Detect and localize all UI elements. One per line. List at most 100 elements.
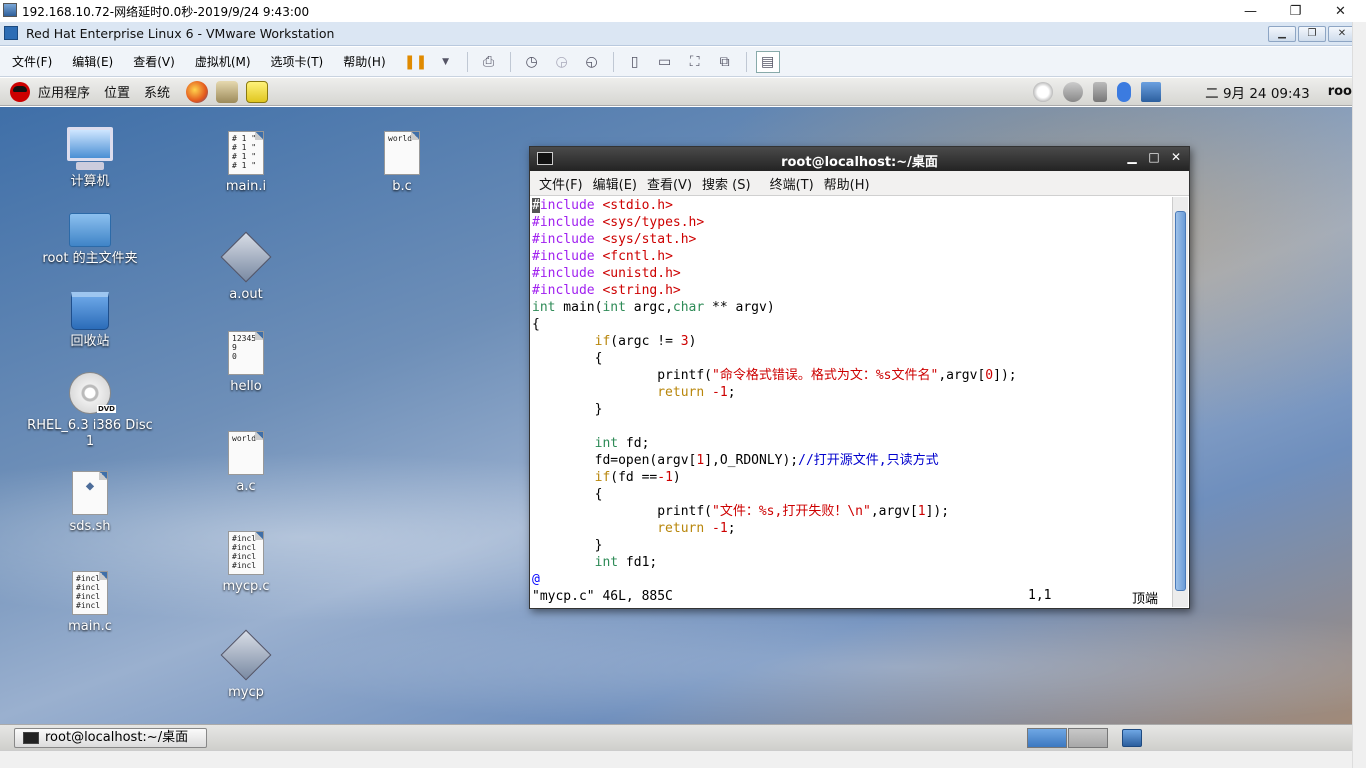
terminal-menu-file[interactable]: 文件(F) (539, 174, 583, 193)
desktop-icon-label: a.out (229, 287, 263, 302)
menu-system[interactable]: 系统 (144, 82, 170, 101)
remote-desktop-icon (3, 3, 17, 17)
desktop-icon-main-i[interactable]: # 1 " # 1 " # 1 " # 1 " main.i (181, 131, 311, 195)
script-file-icon: ◆ (72, 471, 108, 515)
bluetooth-icon[interactable] (1117, 81, 1132, 102)
vmware-restore-button[interactable]: ❐ (1298, 26, 1326, 42)
text-file-icon: # 1 " # 1 " # 1 " # 1 " (228, 131, 264, 175)
desktop-icon-a-out[interactable]: a.out (181, 231, 311, 303)
desktop-icon-label: main.c (68, 619, 112, 634)
email-client-icon[interactable] (216, 80, 239, 103)
desktop-icon-label: 计算机 (70, 174, 110, 189)
vmware-menu-file[interactable]: 文件(F) (4, 47, 60, 77)
revert-snapshot-icon[interactable]: ◶ (550, 51, 574, 73)
network-status-icon[interactable] (1141, 81, 1162, 102)
gnome-bottom-panel: root@localhost:~/桌面 (0, 724, 1352, 750)
firefox-icon[interactable] (186, 80, 209, 103)
workspace-1[interactable] (1027, 728, 1067, 748)
vmware-menu-view[interactable]: 查看(V) (125, 47, 183, 77)
terminal-menu-terminal[interactable]: 终端(T) (770, 174, 814, 193)
trash-applet-icon[interactable] (1122, 729, 1142, 747)
view-mode-icon[interactable]: ▤ (755, 50, 780, 73)
terminal-menu-help[interactable]: 帮助(H) (824, 174, 870, 193)
vmware-menu-vm[interactable]: 虚拟机(M) (187, 47, 259, 77)
toolbar-separator (612, 51, 614, 72)
vim-status-scroll: 顶端 (1132, 592, 1159, 607)
terminal-icon (23, 732, 39, 744)
redhat-logo-icon[interactable] (10, 81, 30, 102)
snapshot-manager-icon[interactable]: ◵ (580, 51, 604, 73)
menu-places[interactable]: 位置 (104, 82, 130, 101)
terminal-maximize-button[interactable]: □ (1146, 150, 1162, 164)
desktop-icon-trash[interactable]: 回收站 (25, 292, 155, 350)
desktop-icon-computer[interactable]: 计算机 (25, 127, 155, 190)
terminal-menubar: 文件(F) 编辑(E) 查看(V) 搜索 (S) 终端(T) 帮助(H) (530, 171, 1189, 196)
desktop-icon-sds[interactable]: ◆ sds.sh (25, 471, 155, 535)
desktop-icon-main-c[interactable]: #incl #incl #incl #incl main.c (25, 571, 155, 635)
desktop-icon-dvd[interactable]: RHEL_6.3 i386 Disc 1 (25, 372, 155, 450)
vim-status-file: "mycp.c" 46L, 885C (532, 589, 673, 604)
panel-user[interactable]: roo (1328, 84, 1352, 99)
trash-icon (71, 292, 109, 330)
fullscreen-icon[interactable]: ⛶ (683, 51, 707, 73)
notes-icon[interactable] (246, 80, 269, 103)
toolbar-separator (466, 51, 468, 72)
restore-button[interactable]: ❐ (1273, 0, 1318, 22)
panel-clock[interactable]: 二 9月 24 09:43 (1205, 82, 1310, 102)
terminal-minimize-button[interactable]: ▁ (1124, 150, 1140, 164)
network-icon[interactable] (1063, 81, 1084, 102)
vmware-menu-help[interactable]: 帮助(H) (335, 47, 393, 77)
vmware-minimize-button[interactable]: ▁ (1268, 26, 1296, 42)
desktop-icon-home[interactable]: root 的主文件夹 (25, 213, 155, 267)
window-scrollbar[interactable] (1352, 22, 1366, 768)
vmware-title-bar: Red Hat Enterprise Linux 6 - VMware Work… (0, 22, 1366, 46)
computer-icon-base (76, 162, 104, 170)
vmware-menu-edit[interactable]: 编辑(E) (64, 47, 121, 77)
gnome-top-panel: 应用程序 位置 系统 二 9月 24 09:43 roo (0, 78, 1352, 106)
vmware-status-bar (0, 750, 1352, 768)
workspace-2[interactable] (1068, 728, 1108, 748)
computer-icon (67, 127, 113, 161)
terminal-text-area[interactable]: #include <stdio.h> #include <sys/types.h… (531, 197, 1172, 607)
console-view-icon[interactable]: ▭ (653, 51, 677, 73)
desktop-icon-hello[interactable]: 12345 9 0 hello (181, 331, 311, 395)
pause-icon[interactable]: ❚❚ (404, 51, 428, 73)
terminal-menu-edit[interactable]: 编辑(E) (593, 174, 637, 193)
terminal-window[interactable]: root@localhost:~/桌面 ▁ □ ✕ 文件(F) 编辑(E) 查看… (529, 146, 1190, 609)
terminal-title-bar[interactable]: root@localhost:~/桌面 ▁ □ ✕ (530, 147, 1189, 171)
home-folder-icon (69, 213, 111, 247)
terminal-menu-view[interactable]: 查看(V) (647, 174, 692, 193)
terminal-menu-search[interactable]: 搜索 (S) (702, 174, 751, 193)
chevron-down-icon[interactable]: ▼ (434, 51, 458, 73)
desktop-icon-a-c[interactable]: world a.c (181, 431, 311, 495)
terminal-close-button[interactable]: ✕ (1168, 150, 1184, 164)
send-keys-icon[interactable]: ⎙ (477, 51, 501, 73)
c-source-file-icon: world (384, 131, 420, 175)
executable-icon (220, 629, 272, 681)
desktop-icon-label: main.i (225, 179, 267, 194)
desktop-icon-b-c[interactable]: world b.c (337, 131, 467, 195)
desktop-icon-label: mycp (228, 685, 264, 700)
minimize-button[interactable]: — (1228, 0, 1273, 22)
vmware-menu-tabs[interactable]: 选项卡(T) (263, 47, 332, 77)
taskbar-window-button[interactable]: root@localhost:~/桌面 (14, 728, 207, 748)
executable-icon (220, 231, 272, 283)
terminal-scrollbar[interactable] (1172, 197, 1188, 607)
sidebar-toggle-icon[interactable]: ▯ (623, 51, 647, 73)
dvd-icon (69, 372, 116, 414)
desktop-icon-mycp-c[interactable]: #incl #incl #incl #incl mycp.c (181, 531, 311, 595)
c-source-file-icon: #incl #incl #incl #incl (228, 531, 264, 575)
desktop-icon-label: root 的主文件夹 (42, 251, 138, 266)
volume-icon[interactable] (1093, 81, 1108, 102)
vmware-menubar: 文件(F) 编辑(E) 查看(V) 虚拟机(M) 选项卡(T) 帮助(H) ❚❚… (0, 47, 1366, 77)
menu-applications[interactable]: 应用程序 (38, 82, 90, 101)
scrollbar-thumb[interactable] (1175, 211, 1186, 591)
toolbar-separator (509, 51, 511, 72)
unity-icon[interactable]: ⧉ (713, 51, 737, 73)
c-source-file-icon: world (228, 431, 264, 475)
desktop-icon-mycp[interactable]: mycp (181, 629, 311, 701)
update-icon[interactable] (1033, 81, 1054, 102)
snapshot-icon[interactable]: ◷ (520, 51, 544, 73)
close-button[interactable]: ✕ (1318, 0, 1363, 22)
remote-desktop-title: 192.168.10.72-网络延时0.0秒-2019/9/24 9:43:00 (22, 4, 310, 19)
